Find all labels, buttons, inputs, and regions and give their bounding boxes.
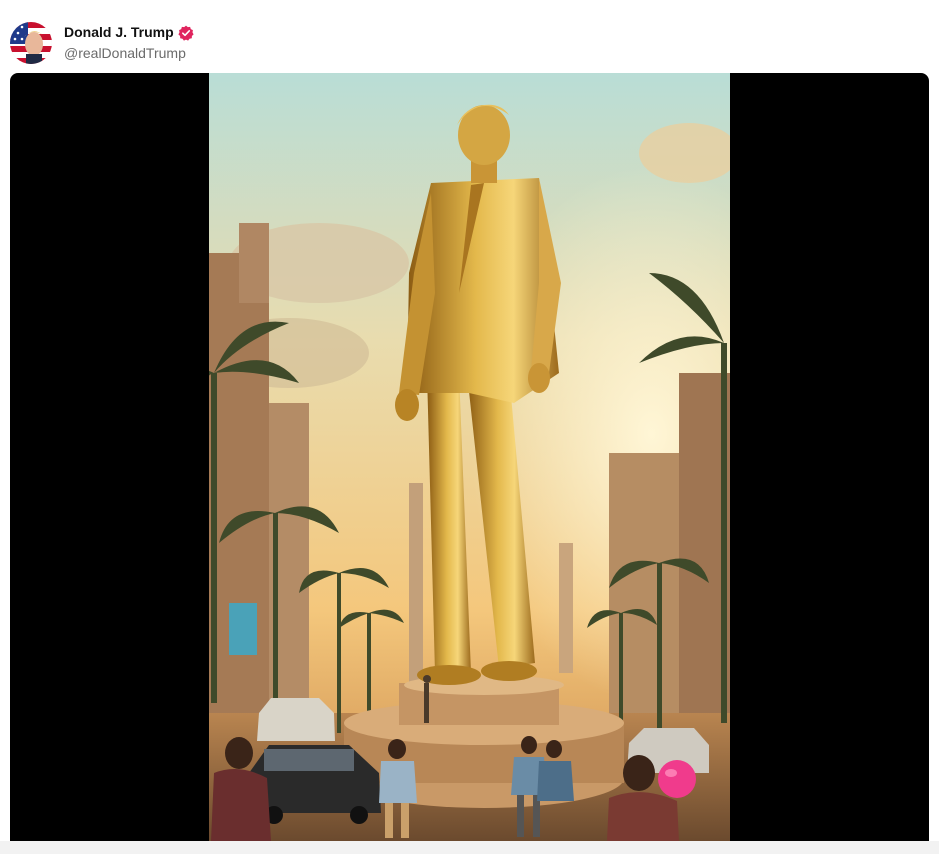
video-frame[interactable] bbox=[209, 73, 730, 841]
author-handle[interactable]: @realDonaldTrump bbox=[64, 45, 194, 62]
author-name[interactable]: Donald J. Trump bbox=[64, 24, 174, 41]
post-footer-divider bbox=[0, 841, 939, 854]
verified-check-icon bbox=[178, 25, 194, 41]
video-player[interactable] bbox=[10, 73, 929, 841]
author-name-row[interactable]: Donald J. Trump bbox=[64, 24, 194, 41]
avatar[interactable] bbox=[10, 22, 52, 64]
post-header: Donald J. Trump @realDonaldTrump bbox=[10, 20, 194, 66]
author-block: Donald J. Trump @realDonaldTrump bbox=[64, 24, 194, 62]
post-card: Donald J. Trump @realDonaldTrump bbox=[0, 0, 939, 854]
